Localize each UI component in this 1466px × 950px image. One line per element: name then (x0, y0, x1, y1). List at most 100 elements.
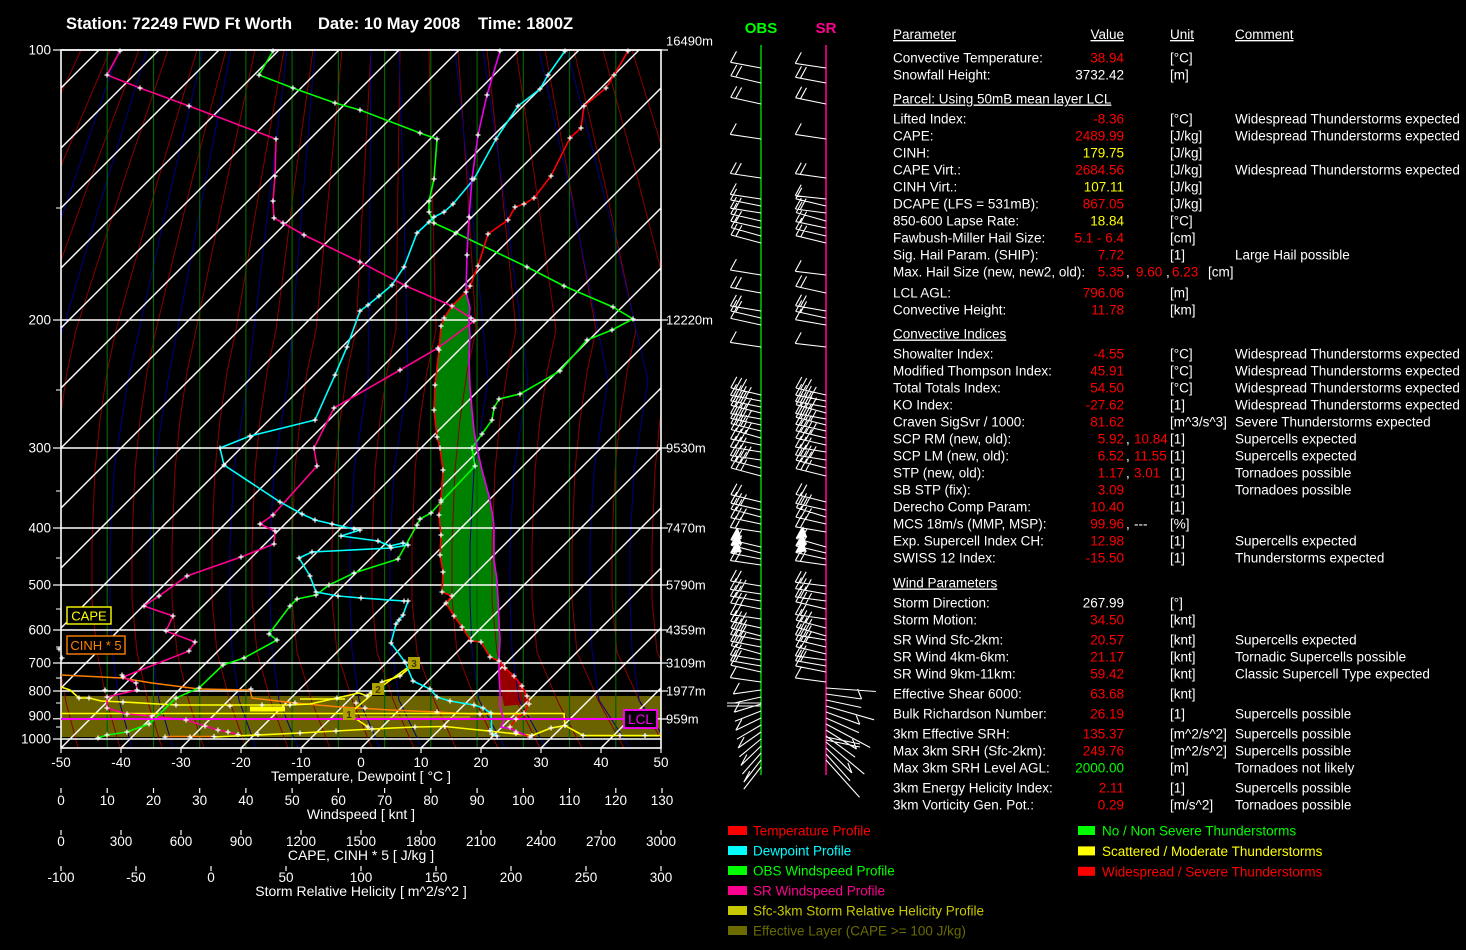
svg-text:[°C]: [°C] (1170, 214, 1193, 229)
svg-text:-8.36: -8.36 (1093, 112, 1124, 127)
svg-text:[cm]: [cm] (1170, 231, 1196, 246)
svg-text:Supercells expected: Supercells expected (1235, 534, 1357, 549)
svg-text:CINH * 5: CINH * 5 (70, 638, 121, 653)
svg-text:3km Effective SRH:: 3km Effective SRH: (893, 727, 1010, 742)
svg-text:[knt]: [knt] (1170, 613, 1196, 628)
svg-text:-50: -50 (51, 755, 71, 770)
svg-text:3: 3 (411, 659, 417, 670)
svg-text:11.55: 11.55 (1134, 449, 1167, 464)
svg-text:Scattered / Moderate Thunderst: Scattered / Moderate Thunderstorms (1102, 844, 1323, 859)
svg-text:54.50: 54.50 (1090, 381, 1124, 396)
svg-text:40: 40 (238, 793, 253, 808)
svg-text:3.01: 3.01 (1134, 466, 1160, 481)
svg-text:300: 300 (28, 441, 51, 456)
svg-text:3.09: 3.09 (1098, 483, 1124, 498)
svg-text:Widespread Thunderstorms expec: Widespread Thunderstorms expected (1235, 112, 1460, 127)
svg-text:9.60: 9.60 (1136, 265, 1162, 280)
svg-text:7.72: 7.72 (1098, 248, 1124, 263)
svg-text:2000.00: 2000.00 (1075, 761, 1124, 776)
svg-text:[1]: [1] (1170, 534, 1185, 549)
svg-text:Convective Temperature:: Convective Temperature: (893, 51, 1043, 66)
svg-text:26.19: 26.19 (1090, 707, 1124, 722)
svg-text:[1]: [1] (1170, 707, 1185, 722)
svg-text:Tornadoes possible: Tornadoes possible (1235, 483, 1351, 498)
svg-text:21.17: 21.17 (1090, 650, 1124, 665)
svg-text:Widespread Thunderstorms expec: Widespread Thunderstorms expected (1235, 163, 1460, 178)
svg-text:800: 800 (28, 684, 51, 699)
svg-text:700: 700 (28, 656, 51, 671)
svg-text:5.92: 5.92 (1098, 432, 1124, 447)
svg-text:[1]: [1] (1170, 466, 1185, 481)
svg-text:90: 90 (470, 793, 485, 808)
svg-text:SR: SR (816, 20, 837, 37)
svg-text:[knt]: [knt] (1170, 650, 1196, 665)
svg-text:[m/s^2]: [m/s^2] (1170, 798, 1213, 813)
svg-text:CAPE: CAPE (71, 609, 107, 624)
svg-text:38.94: 38.94 (1090, 51, 1124, 66)
svg-text:[J/kg]: [J/kg] (1170, 163, 1202, 178)
svg-text:Effective Shear 6000:: Effective Shear 6000: (893, 687, 1022, 702)
svg-text:Wind Parameters: Wind Parameters (893, 576, 998, 591)
svg-text:Convective Height:: Convective Height: (893, 303, 1006, 318)
svg-text:-100: -100 (47, 870, 74, 885)
svg-text:[J/kg]: [J/kg] (1170, 129, 1202, 144)
svg-text:6.52: 6.52 (1098, 449, 1124, 464)
svg-text:3000: 3000 (646, 834, 676, 849)
svg-text:Windspeed [ knt ]: Windspeed [ knt ] (307, 806, 415, 822)
svg-text:Supercells expected: Supercells expected (1235, 449, 1357, 464)
svg-text:,: , (1126, 449, 1130, 464)
svg-text:2.11: 2.11 (1099, 781, 1124, 796)
svg-text:600: 600 (170, 834, 193, 849)
svg-text:120: 120 (604, 793, 627, 808)
svg-text:40: 40 (593, 755, 608, 770)
svg-text:Value: Value (1090, 27, 1124, 42)
svg-text:Storm Motion:: Storm Motion: (893, 613, 977, 628)
svg-text:[°C]: [°C] (1170, 51, 1193, 66)
svg-text:867.05: 867.05 (1083, 197, 1124, 212)
svg-text:LCL AGL:: LCL AGL: (893, 286, 951, 301)
svg-text:[1]: [1] (1170, 483, 1185, 498)
svg-text:OBS Windspeed Profile: OBS Windspeed Profile (753, 864, 895, 879)
svg-text:Temperature Profile: Temperature Profile (753, 824, 871, 839)
svg-text:300: 300 (650, 870, 673, 885)
svg-text:Thunderstorms expected: Thunderstorms expected (1235, 551, 1384, 566)
svg-text:Parcel: Using 50mB mean layer: Parcel: Using 50mB mean layer LCL (893, 92, 1112, 107)
svg-text:-27.62: -27.62 (1086, 398, 1124, 413)
svg-text:CAPE:: CAPE: (893, 129, 934, 144)
svg-text:5.35: 5.35 (1098, 265, 1124, 280)
svg-text:[1]: [1] (1170, 248, 1185, 263)
svg-text:[°C]: [°C] (1170, 112, 1193, 127)
svg-text:LCL: LCL (628, 712, 653, 727)
svg-text:Parameter: Parameter (893, 27, 957, 42)
svg-text:Craven SigSvr / 1000:: Craven SigSvr / 1000: (893, 415, 1025, 430)
svg-text:[knt]: [knt] (1170, 687, 1196, 702)
svg-text:400: 400 (28, 521, 51, 536)
svg-text:11.78: 11.78 (1091, 303, 1124, 318)
svg-text:Supercells possible: Supercells possible (1235, 781, 1351, 796)
svg-text:Sig. Hail Param. (SHIP):: Sig. Hail Param. (SHIP): (893, 248, 1039, 263)
svg-text:[knt]: [knt] (1170, 667, 1196, 682)
svg-text:100: 100 (28, 43, 51, 58)
svg-text:Widespread Thunderstorms expec: Widespread Thunderstorms expected (1235, 129, 1460, 144)
svg-text:[J/kg]: [J/kg] (1170, 146, 1202, 161)
svg-text:135.37: 135.37 (1083, 727, 1124, 742)
svg-text:Tornadic Supercells possible: Tornadic Supercells possible (1235, 650, 1406, 665)
svg-text:---: --- (1134, 517, 1148, 532)
svg-text:SR Wind Sfc-2km:: SR Wind Sfc-2km: (893, 633, 1003, 648)
svg-text:30: 30 (192, 793, 207, 808)
svg-text:110: 110 (559, 793, 581, 808)
svg-text:50: 50 (285, 793, 300, 808)
svg-text:1.17: 1.17 (1098, 466, 1124, 481)
svg-text:Time: 1800Z: Time: 1800Z (478, 15, 573, 33)
svg-text:SR Wind 4km-6km:: SR Wind 4km-6km: (893, 650, 1009, 665)
svg-text:5.1 - 6.4: 5.1 - 6.4 (1074, 231, 1124, 246)
svg-text:Widespread Thunderstorms expec: Widespread Thunderstorms expected (1235, 364, 1460, 379)
svg-text:,: , (1126, 432, 1130, 447)
svg-text:10.40: 10.40 (1090, 500, 1124, 515)
svg-text:CINH Virt.:: CINH Virt.: (893, 180, 957, 195)
svg-text:45.91: 45.91 (1090, 364, 1124, 379)
svg-text:,: , (1126, 517, 1130, 532)
svg-text:Supercells possible: Supercells possible (1235, 707, 1351, 722)
svg-text:1000: 1000 (21, 732, 51, 747)
svg-text:CAPE Virt.:: CAPE Virt.: (893, 163, 961, 178)
